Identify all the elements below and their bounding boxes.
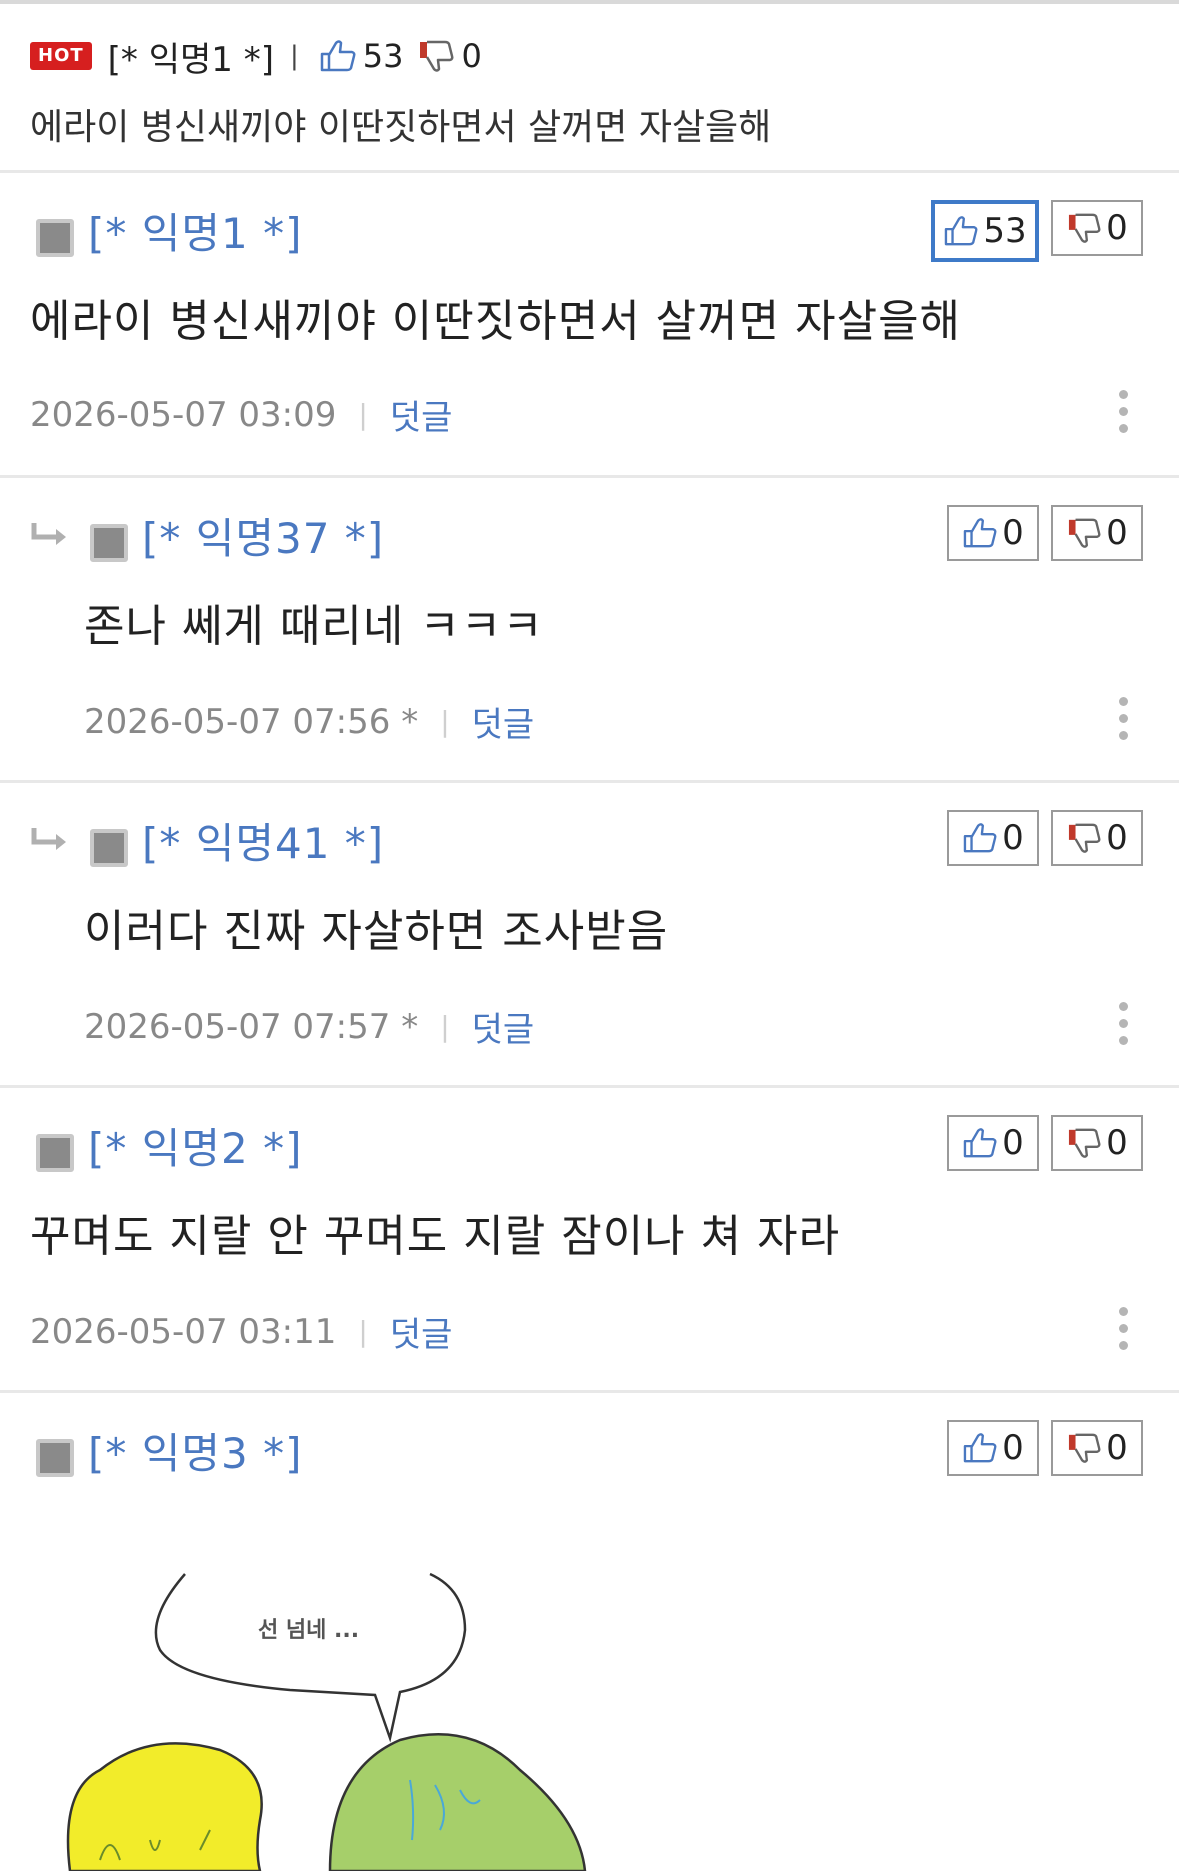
comment-meta: 2026-05-07 07:57 * | 덧글 (84, 1002, 534, 1051)
comment-date: 2026-05-07 07:57 * (84, 1006, 419, 1047)
vote-buttons: 0 0 (947, 1420, 1143, 1476)
comment-date: 2026-05-07 03:09 (30, 394, 337, 435)
thumbs-up-icon (319, 39, 357, 73)
kebab-menu-icon[interactable] (1119, 1002, 1129, 1045)
dislike-button[interactable]: 0 (1051, 505, 1143, 561)
thumbs-down-icon (1066, 1127, 1102, 1159)
comment-author[interactable]: [* 익명3 *] (88, 1420, 302, 1481)
comment-header: [* 익명2 *] (36, 1115, 302, 1176)
thumbs-down-icon (1066, 1432, 1102, 1464)
reply-arrow-icon (30, 521, 70, 551)
comment-item: [* 익명1 *] 53 0 에라이 병신새끼야 이딴짓하면서 살꺼면 자살을해… (0, 200, 1179, 480)
like-count: 0 (1002, 1123, 1024, 1163)
dislike-count: 0 (1106, 208, 1128, 248)
comment-item: [* 익명41 *] 0 0 이러다 진짜 자살하면 조사받음 2026-05-… (0, 810, 1179, 1085)
comment-date: 2026-05-07 03:11 (30, 1311, 337, 1352)
reply-link[interactable]: 덧글 (390, 1307, 453, 1356)
thumbs-up-icon (962, 822, 998, 854)
like-count: 0 (1002, 818, 1024, 858)
speech-bubble-text: 선 넘네 ... (258, 1618, 359, 1643)
thumbs-up-icon (962, 517, 998, 549)
like-button[interactable]: 0 (947, 810, 1039, 866)
comment-meta: 2026-05-07 03:11 | 덧글 (30, 1307, 452, 1356)
avatar-icon (36, 218, 74, 257)
divider (0, 1085, 1179, 1088)
dislike-button[interactable]: 0 (1051, 810, 1143, 866)
divider (0, 170, 1179, 173)
kebab-menu-icon[interactable] (1119, 1307, 1129, 1350)
hot-post-title[interactable]: 에라이 병신새끼야 이딴짓하면서 살꺼면 자살을해 (30, 98, 1150, 150)
comment-header: [* 익명37 *] (30, 505, 384, 566)
like-button[interactable]: 0 (947, 1115, 1039, 1171)
comment-header: [* 익명1 *] (36, 200, 302, 261)
avatar-icon (90, 828, 128, 867)
like-button[interactable]: 0 (947, 505, 1039, 561)
like-count: 53 (983, 211, 1027, 251)
avatar-icon (36, 1438, 74, 1477)
comment-author[interactable]: [* 익명37 *] (142, 505, 384, 566)
hot-post-header: HOT [* 익명1 *] | 53 0 에라이 병신새끼야 이딴짓하면서 살꺼… (30, 30, 1150, 148)
comment-date: 2026-05-07 07:56 * (84, 701, 419, 742)
dislike-count: 0 (1106, 818, 1128, 858)
divider (0, 1390, 1179, 1393)
thumbs-down-icon (417, 39, 455, 73)
comment-header: [* 익명3 *] (36, 1420, 302, 1481)
vote-buttons: 0 0 (947, 810, 1143, 866)
dislike-button[interactable]: 0 (1051, 1420, 1143, 1476)
reply-link[interactable]: 덧글 (472, 697, 535, 746)
comment-meta: 2026-05-07 07:56 * | 덧글 (84, 697, 534, 746)
divider (0, 780, 1179, 783)
dislike-count: 0 (1106, 1123, 1128, 1163)
thumbs-down-icon (1066, 212, 1102, 244)
hot-badge: HOT (30, 42, 92, 70)
comment-meta: 2026-05-07 03:09 | 덧글 (30, 390, 452, 439)
comment-text: 에라이 병신새끼야 이딴짓하면서 살꺼면 자살을해 (30, 296, 962, 347)
dislike-button[interactable]: 0 (1051, 200, 1143, 256)
comment-author[interactable]: [* 익명1 *] (88, 200, 302, 261)
comment-header: [* 익명41 *] (30, 810, 384, 871)
comment-text: 꾸며도 지랄 안 꾸며도 지랄 잠이나 쳐 자라 (30, 1211, 841, 1262)
vote-buttons: 0 0 (947, 1115, 1143, 1171)
reply-link[interactable]: 덧글 (390, 390, 453, 439)
thumbs-down-icon (1066, 517, 1102, 549)
thumbs-down-icon (1066, 822, 1102, 854)
thumbs-up-icon (962, 1432, 998, 1464)
kebab-menu-icon[interactable] (1119, 697, 1129, 740)
dislike-button[interactable]: 0 (1051, 1115, 1143, 1171)
separator: | (290, 41, 299, 71)
kebab-menu-icon[interactable] (1119, 390, 1129, 433)
vote-buttons: 53 0 (931, 200, 1143, 262)
divider (0, 475, 1179, 478)
hot-likes-count: 53 (362, 37, 404, 75)
dislike-count: 0 (1106, 513, 1128, 553)
comment-item: [* 익명2 *] 0 0 꾸며도 지랄 안 꾸며도 지랄 잠이나 쳐 자라 2… (0, 1115, 1179, 1390)
avatar-icon (36, 1133, 74, 1172)
thumbs-up-icon (943, 215, 979, 247)
comment-text: 이러다 진짜 자살하면 조사받음 (84, 906, 669, 957)
hot-dislikes-count: 0 (461, 37, 482, 75)
thumbs-up-icon (962, 1127, 998, 1159)
like-button[interactable]: 53 (931, 200, 1039, 262)
vote-buttons: 0 0 (947, 505, 1143, 561)
like-count: 0 (1002, 513, 1024, 553)
comment-image[interactable]: 선 넘네 ... (40, 1560, 640, 1871)
like-count: 0 (1002, 1428, 1024, 1468)
comment-text: 존나 쎄게 때리네 ㅋㅋㅋ (84, 601, 544, 652)
comment-author[interactable]: [* 익명2 *] (88, 1115, 302, 1176)
comment-item: [* 익명37 *] 0 0 존나 쎄게 때리네 ㅋㅋㅋ 2026-05-07 … (0, 505, 1179, 780)
reply-arrow-icon (30, 826, 70, 856)
reply-link[interactable]: 덧글 (472, 1002, 535, 1051)
avatar-icon (90, 523, 128, 562)
top-border (0, 0, 1179, 4)
dislike-count: 0 (1106, 1428, 1128, 1468)
like-button[interactable]: 0 (947, 1420, 1039, 1476)
comment-author[interactable]: [* 익명41 *] (142, 810, 384, 871)
hot-post-author: [* 익명1 *] (107, 39, 274, 80)
